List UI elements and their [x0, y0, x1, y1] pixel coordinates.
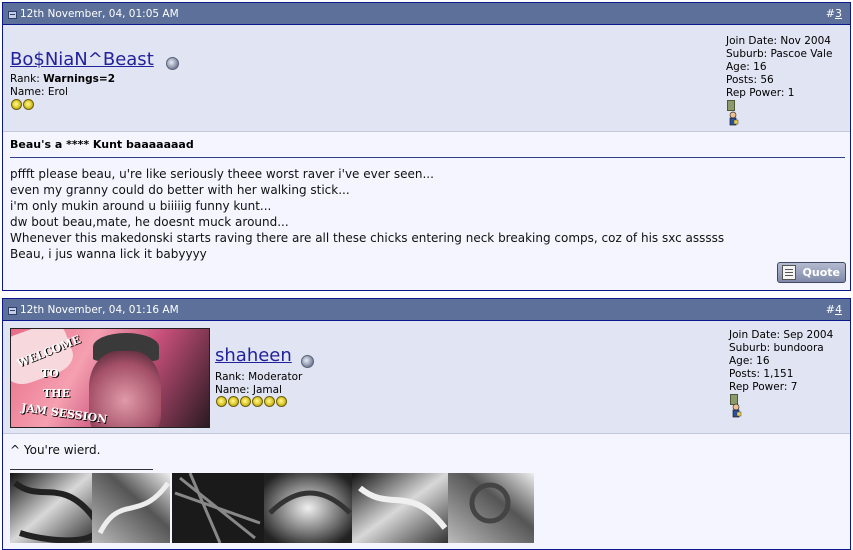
user-stats: Join Date: Nov 2004 Suburb: Pascoe Vale …	[726, 35, 832, 100]
star-icon	[11, 99, 22, 110]
user-info-panel: Bo$NiaN^Beast Rank: Warnings=2 Name: Ero…	[3, 25, 850, 132]
star-icon	[264, 396, 275, 407]
message-line: pffft please beau, u're like seriously t…	[10, 167, 434, 181]
online-status-icon	[166, 57, 179, 70]
reputation-bar-icon	[727, 100, 735, 111]
post-message: pffft please beau, u're like seriously t…	[10, 166, 724, 262]
post-date: 12th November, 04, 01:16 AM	[20, 304, 179, 316]
message-line: dw bout beau,mate, he doesnt muck around…	[10, 215, 289, 229]
user-info-panel: WELCOME TO THE JAM SESSION shaheen Rank:…	[3, 321, 850, 434]
quote-button[interactable]: Quote	[777, 262, 846, 283]
post-number: #4	[825, 303, 842, 316]
message-line: even my granny could do better with her …	[10, 183, 350, 197]
avatar-text: THE	[43, 387, 70, 400]
reputation-icon[interactable]	[730, 403, 742, 419]
post-date: 12th November, 04, 01:05 AM	[20, 8, 179, 20]
join-date: Join Date: Nov 2004	[726, 35, 831, 47]
post-count: Posts: 1,151	[729, 368, 794, 380]
post-icon	[8, 11, 17, 19]
post-icon	[8, 307, 17, 315]
suburb: Suburb: bundoora	[729, 342, 824, 354]
username-link[interactable]: Bo$NiaN^Beast	[10, 49, 154, 70]
username-link[interactable]: shaheen	[215, 345, 292, 366]
rank-stars	[11, 99, 35, 110]
quote-icon	[782, 265, 796, 280]
suburb: Suburb: Pascoe Vale	[726, 48, 833, 60]
message-line: Whenever this makedonski starts raving t…	[10, 231, 725, 245]
star-icon	[216, 396, 227, 407]
star-icon	[252, 396, 263, 407]
title-separator	[10, 157, 845, 158]
user-name-field: Name: Erol	[10, 86, 68, 98]
star-icon	[23, 99, 34, 110]
user-name-field: Name: Jamal	[215, 384, 282, 396]
star-icon	[228, 396, 239, 407]
user-stats: Join Date: Sep 2004 Suburb: bundoora Age…	[729, 329, 833, 394]
post-number-link[interactable]: 3	[835, 7, 842, 20]
post-title: Beau's a **** Kunt baaaaaaad	[10, 138, 194, 151]
message-line: ^ You're wierd.	[10, 443, 101, 457]
rep-power: Rep Power: 1	[726, 87, 795, 99]
signature-image	[10, 473, 534, 543]
post-3: 12th November, 04, 01:05 AM #3 Bo$NiaN^B…	[2, 2, 851, 291]
post-header: 12th November, 04, 01:16 AM #4	[3, 299, 850, 321]
post-count: Posts: 56	[726, 74, 774, 86]
star-icon	[240, 396, 251, 407]
rep-power: Rep Power: 7	[729, 381, 798, 393]
rank-stars	[216, 396, 288, 407]
user-rank: Rank: Warnings=2	[10, 73, 116, 85]
online-status-icon	[301, 355, 314, 368]
message-line: Beau, i jus wanna lick it babyyyy	[10, 247, 207, 261]
age: Age: 16	[729, 355, 770, 367]
reputation-icon[interactable]	[727, 111, 739, 127]
age: Age: 16	[726, 61, 767, 73]
join-date: Join Date: Sep 2004	[729, 329, 834, 341]
message-line: i'm only mukin around u biiiiig funny ku…	[10, 199, 272, 213]
user-rank: Rank: Moderator	[215, 371, 303, 383]
signature-separator	[10, 469, 153, 470]
user-avatar: WELCOME TO THE JAM SESSION	[10, 328, 210, 428]
post-number: #3	[825, 7, 842, 20]
post-4: 12th November, 04, 01:16 AM #4 WELCOME T…	[2, 298, 851, 550]
post-header: 12th November, 04, 01:05 AM #3	[3, 3, 850, 25]
star-icon	[276, 396, 287, 407]
quote-label: Quote	[802, 266, 840, 279]
post-number-link[interactable]: 4	[835, 303, 842, 316]
post-message: ^ You're wierd.	[10, 442, 100, 458]
avatar-text: TO	[41, 367, 59, 380]
